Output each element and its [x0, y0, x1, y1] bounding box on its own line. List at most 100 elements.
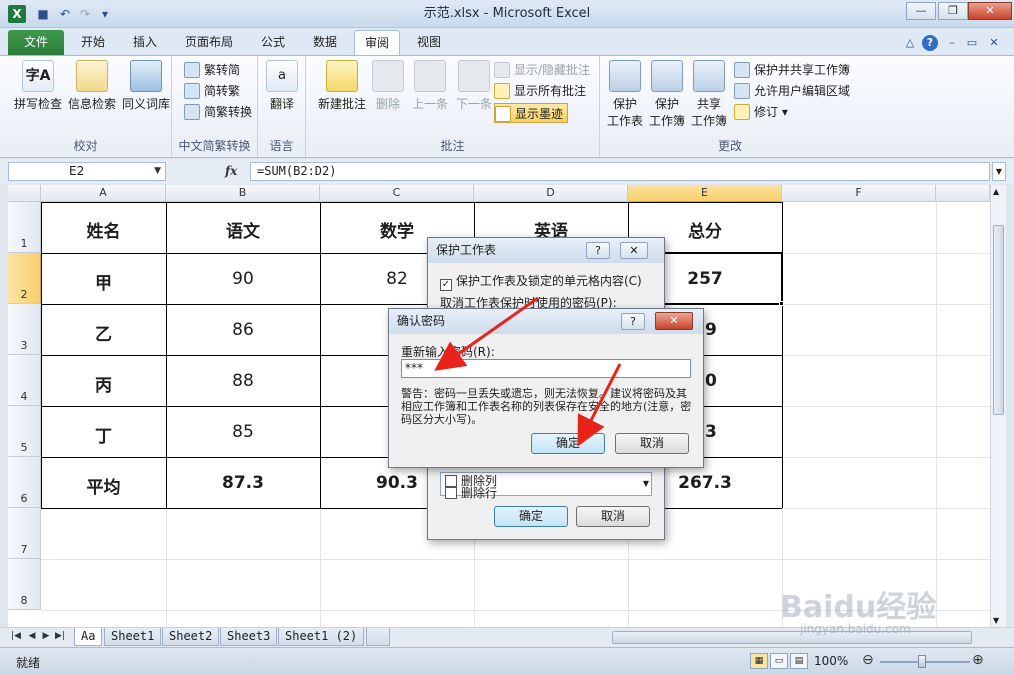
previous-comment-button[interactable]: 上一条 [408, 60, 452, 112]
cell-a4[interactable]: 丙 [41, 371, 166, 396]
protect-dialog-close-icon[interactable]: ✕ [620, 242, 648, 259]
zoom-in-icon[interactable]: ⊕ [972, 652, 984, 668]
column-header-a[interactable]: A [41, 185, 166, 202]
confirm-ok-button[interactable]: 确定 [531, 433, 605, 454]
restore-button[interactable]: ❐ [938, 2, 968, 20]
next-comment-button[interactable]: 下一条 [452, 60, 496, 112]
last-sheet-icon[interactable]: ▶| [54, 631, 66, 641]
protect-workbook-button[interactable]: 保护 工作簿 [646, 60, 688, 129]
zoom-level[interactable]: 100% [814, 654, 848, 668]
row-header-3[interactable]: 3 [8, 304, 41, 355]
protect-dialog-help-icon[interactable]: ? [586, 242, 610, 259]
scroll-up-icon[interactable]: ▲ [993, 187, 999, 196]
column-header-f[interactable]: F [782, 185, 936, 202]
column-header-e[interactable]: E [628, 185, 782, 202]
next-sheet-icon[interactable]: ▶ [40, 631, 52, 641]
sheet-tab-sheet3[interactable]: Sheet3 [220, 628, 278, 646]
checkbox-icon[interactable] [445, 487, 457, 499]
page-layout-view-icon[interactable]: ▭ [770, 653, 788, 669]
cell-b3[interactable]: 86 [166, 320, 320, 340]
name-box[interactable]: E2 ▼ [8, 162, 166, 181]
tab-data[interactable]: 数据 [302, 30, 348, 55]
row-header-7[interactable]: 7 [8, 508, 41, 559]
tab-insert[interactable]: 插入 [122, 30, 168, 55]
close-button[interactable]: ✕ [968, 2, 1012, 20]
confirm-dialog-help-icon[interactable]: ? [621, 313, 645, 330]
list-scroll-down-icon[interactable]: ▼ [643, 479, 649, 488]
row-header-5[interactable]: 5 [8, 406, 41, 457]
help-icon[interactable]: ? [922, 35, 938, 51]
simp-to-trad-button[interactable]: 简转繁 [184, 81, 240, 101]
row-header-8[interactable]: 8 [8, 559, 41, 610]
horizontal-scroll-thumb[interactable] [612, 631, 972, 644]
insert-function-icon[interactable]: fx [225, 162, 237, 181]
column-header-g[interactable] [936, 185, 990, 202]
protect-sheet-button[interactable]: 保护 工作表 [604, 60, 646, 129]
cell-a3[interactable]: 乙 [41, 320, 166, 345]
sheet-tab-sheet1[interactable]: Sheet1 [104, 628, 162, 646]
confirm-cancel-button[interactable]: 取消 [615, 433, 689, 454]
vertical-scrollbar[interactable]: ▲ ▼ [990, 185, 1006, 627]
column-header-c[interactable]: C [320, 185, 474, 202]
show-all-comments-button[interactable]: 显示所有批注 [494, 81, 586, 101]
tab-view[interactable]: 视图 [406, 30, 452, 55]
track-changes-button[interactable]: 修订 ▾ [734, 102, 788, 122]
share-workbook-button[interactable]: 共享 工作簿 [688, 60, 730, 129]
minimize-ribbon-icon[interactable]: △ [902, 35, 918, 51]
trad-to-simp-button[interactable]: 繁转简 [184, 60, 240, 80]
tab-review[interactable]: 审阅 [354, 30, 400, 55]
tab-formulas[interactable]: 公式 [250, 30, 296, 55]
scroll-down-icon[interactable]: ▼ [993, 616, 999, 625]
header-cell-name[interactable]: 姓名 [41, 217, 166, 242]
tab-file[interactable]: 文件 [8, 30, 64, 55]
zoom-slider-knob[interactable] [918, 655, 926, 668]
minimize-button[interactable]: — [906, 2, 936, 20]
reenter-password-input[interactable]: *** [401, 359, 691, 378]
checkbox-checked-icon[interactable]: ✓ [440, 279, 452, 291]
show-ink-button[interactable]: 显示墨迹 [494, 103, 569, 123]
zoom-out-icon[interactable]: ⊖ [862, 652, 874, 668]
cell-a2[interactable]: 甲 [41, 269, 166, 294]
translate-button[interactable]: a 翻译 [262, 60, 302, 112]
cell-b2[interactable]: 90 [166, 269, 320, 289]
tab-page-layout[interactable]: 页面布局 [174, 30, 244, 55]
delete-comment-button[interactable]: 删除 [370, 60, 406, 112]
research-button[interactable]: 信息检索 [66, 60, 118, 112]
prev-sheet-icon[interactable]: ◀ [26, 631, 38, 641]
protect-share-workbook-button[interactable]: 保护并共享工作簿 [734, 60, 850, 80]
first-sheet-icon[interactable]: |◀ [10, 631, 22, 641]
column-header-d[interactable]: D [474, 185, 628, 202]
cell-b4[interactable]: 88 [166, 371, 320, 391]
row-header-4[interactable]: 4 [8, 355, 41, 406]
doc-close-icon[interactable]: ✕ [986, 35, 1002, 51]
doc-restore-icon[interactable]: ▭ [964, 35, 980, 51]
protect-ok-button[interactable]: 确定 [494, 506, 568, 527]
allow-edit-ranges-button[interactable]: 允许用户编辑区域 [734, 81, 850, 101]
page-break-view-icon[interactable]: ▤ [790, 653, 808, 669]
new-comment-button[interactable]: 新建批注 [314, 60, 370, 112]
header-cell-chinese[interactable]: 语文 [166, 217, 320, 242]
row-header-6[interactable]: 6 [8, 457, 41, 508]
protect-contents-checkbox[interactable]: ✓ 保护工作表及锁定的单元格内容(C) [440, 272, 642, 291]
permission-list[interactable]: 删除列 删除行 ▼ [440, 472, 652, 500]
select-all-corner[interactable] [8, 185, 41, 202]
chevron-down-icon[interactable]: ▼ [154, 163, 161, 180]
sheet-tab-sheet1-2[interactable]: Sheet1 (2) [278, 628, 365, 646]
cell-a6[interactable]: 平均 [41, 473, 166, 498]
protect-cancel-button[interactable]: 取消 [576, 506, 650, 527]
thesaurus-button[interactable]: 同义词库 [120, 60, 172, 112]
formula-input[interactable]: =SUM(B2:D2) [250, 162, 990, 181]
confirm-dialog-close-icon[interactable]: ✕ [655, 312, 693, 330]
spell-check-button[interactable]: 字A 拼写检查 [12, 60, 64, 112]
cell-b5[interactable]: 85 [166, 422, 320, 442]
normal-view-icon[interactable]: ▦ [750, 653, 768, 669]
column-header-b[interactable]: B [166, 185, 320, 202]
doc-minimize-icon[interactable]: – [944, 35, 960, 51]
cell-a5[interactable]: 丁 [41, 422, 166, 447]
sheet-tab-aa[interactable]: Aa [74, 628, 103, 646]
insert-sheet-icon[interactable] [366, 628, 390, 646]
permission-delete-rows[interactable]: 删除行 [445, 484, 497, 501]
row-header-2[interactable]: 2 [8, 253, 41, 304]
fill-handle[interactable] [779, 301, 784, 306]
chinese-conversion-button[interactable]: 简繁转换 [184, 102, 252, 122]
